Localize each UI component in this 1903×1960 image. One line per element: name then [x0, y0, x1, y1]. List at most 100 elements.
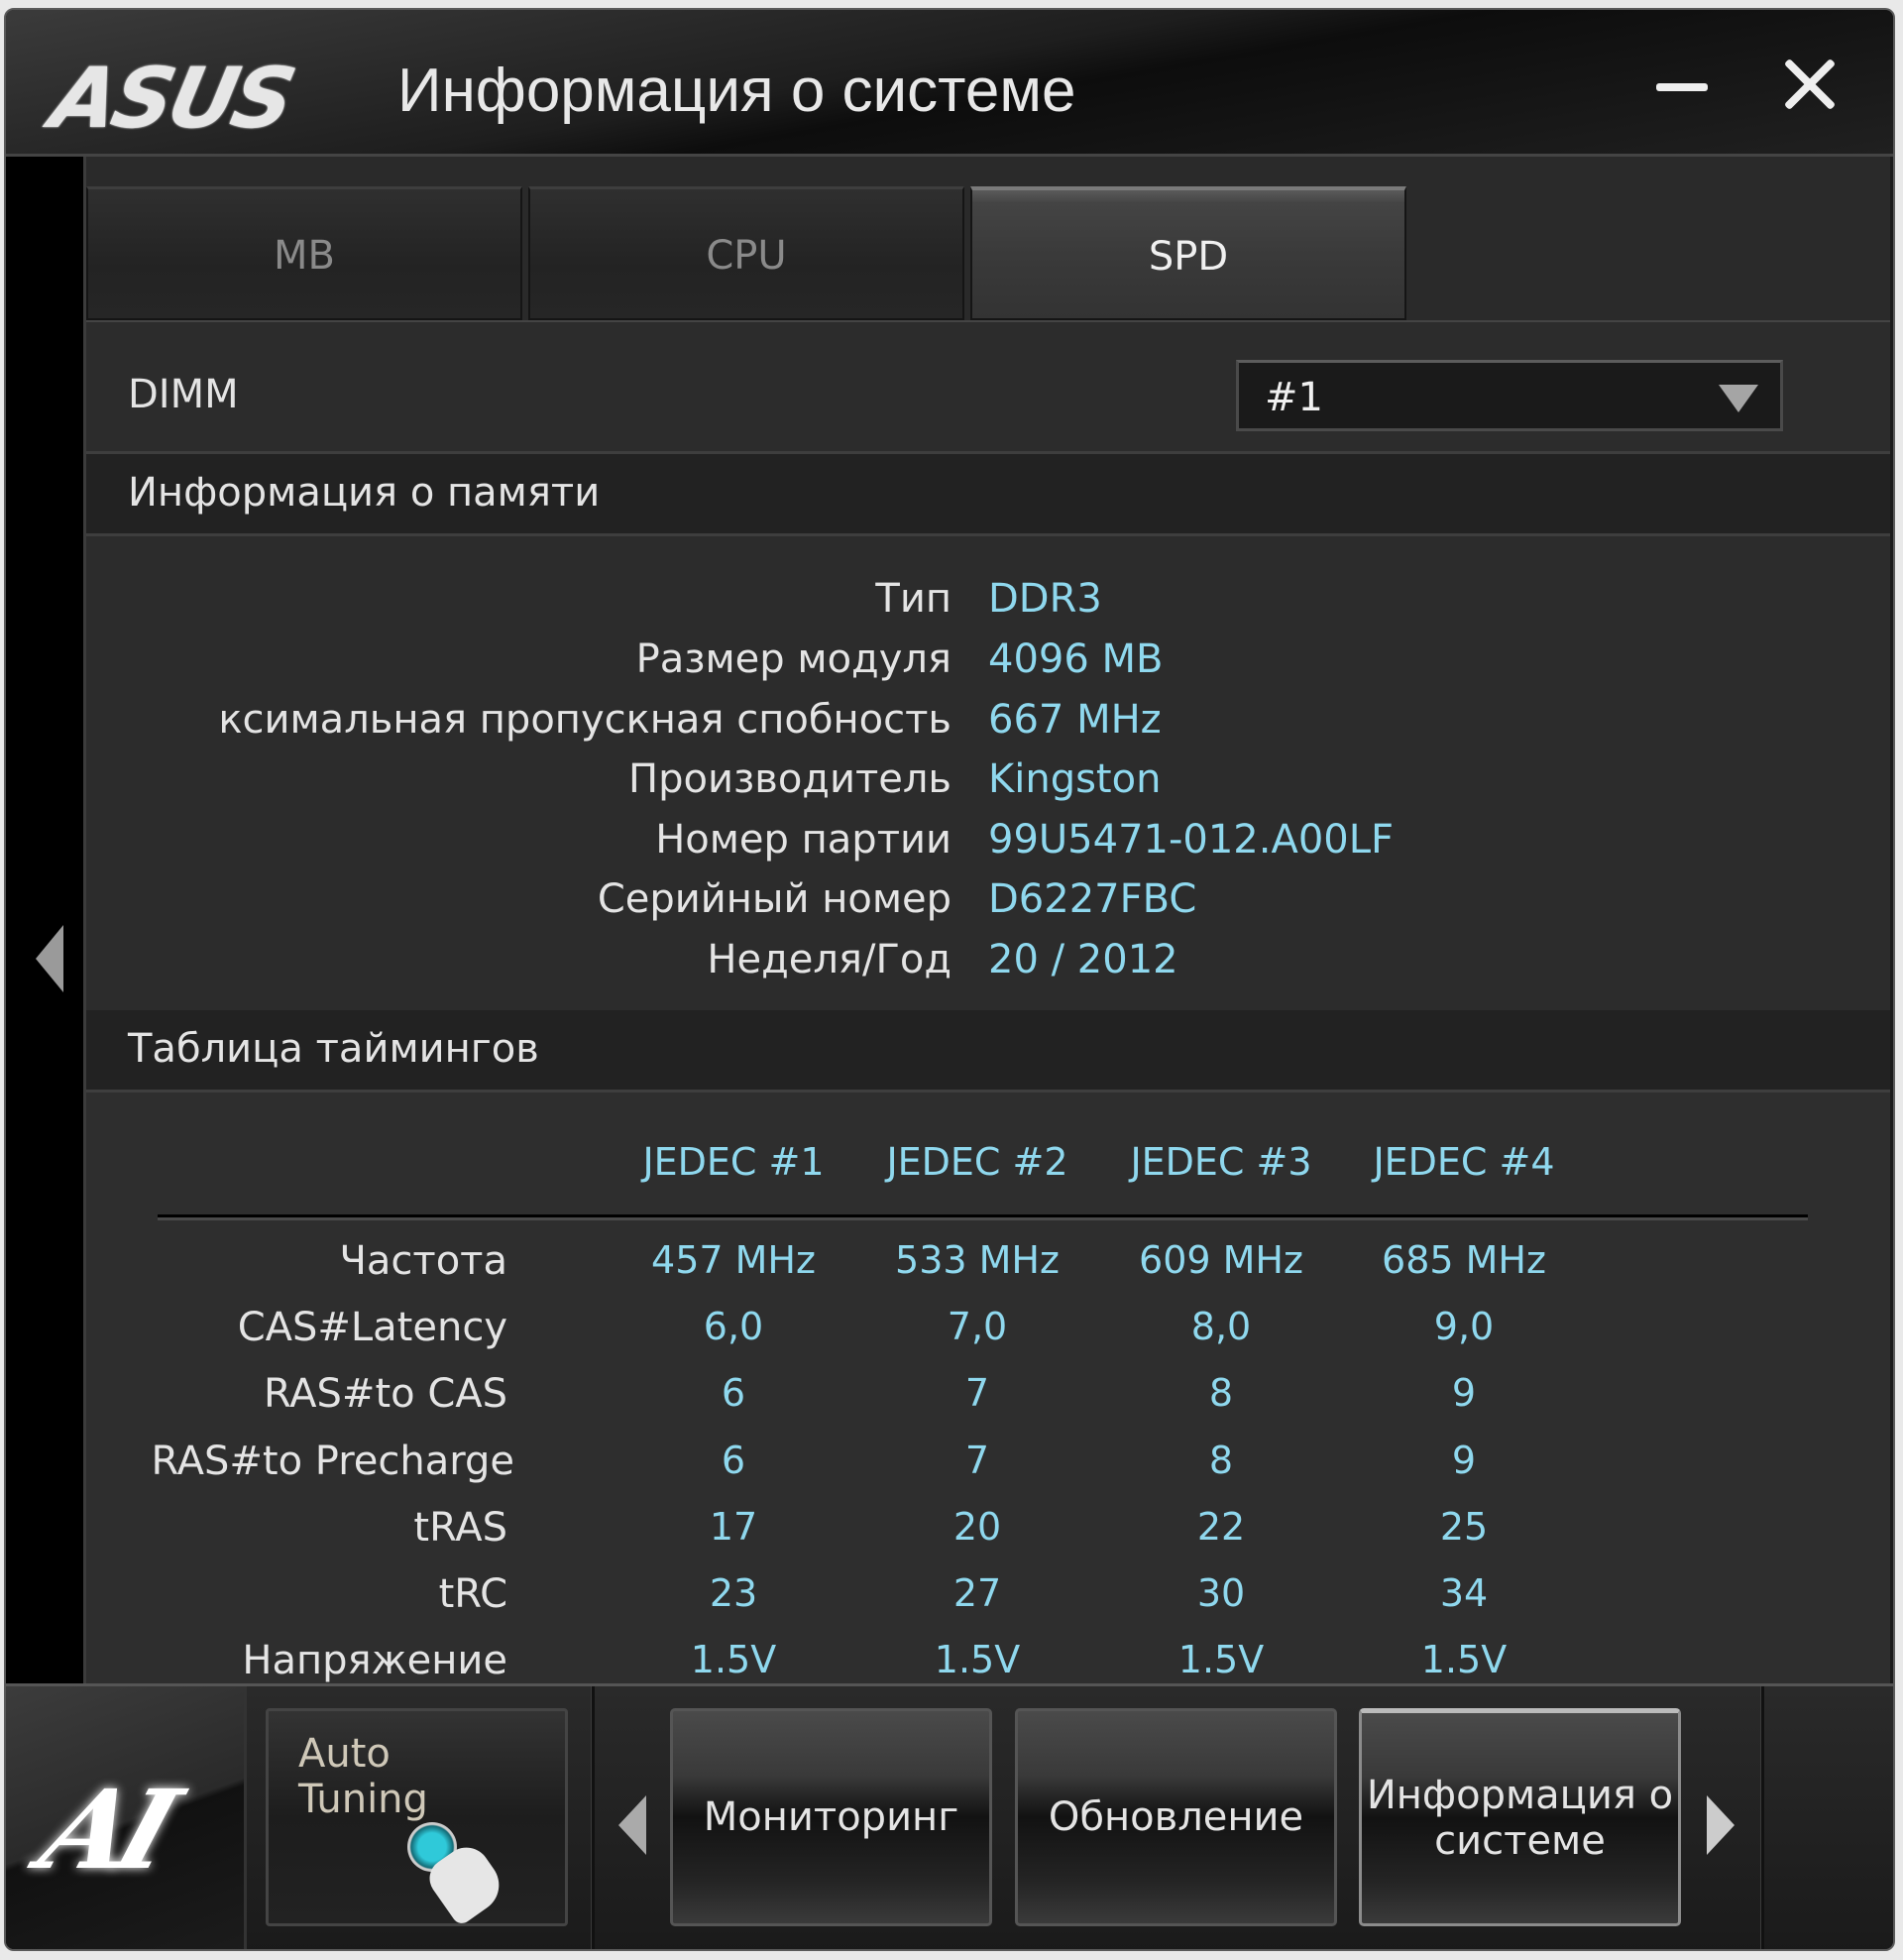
table-cell: 6 [721, 1439, 746, 1482]
table-row: RAS#to Precharge 6 7 8 9 [86, 1439, 1890, 1498]
info-label: Номер партии [655, 817, 952, 863]
info-label: ксимальная пропускная спобность [218, 697, 952, 743]
dimm-select[interactable]: #1 [1236, 360, 1783, 431]
timings-header: Таблица таймингов [86, 1010, 1890, 1093]
auto-tuning-button[interactable]: Auto Tuning [266, 1708, 568, 1927]
table-cell: 533 MHz [895, 1238, 1060, 1282]
nav-next-arrow-icon[interactable] [1707, 1795, 1735, 1855]
table-cell: 6 [721, 1371, 746, 1415]
row-label: RAS#to Precharge [151, 1439, 514, 1484]
table-cell: 8 [1208, 1371, 1234, 1415]
bottom-nav-bar: AI Auto Tuning Мониторинг Обновление Инф… [6, 1683, 1893, 1949]
table-cell: 609 MHz [1139, 1238, 1303, 1282]
nav-system-info-button[interactable]: Информация о системе [1359, 1708, 1681, 1926]
table-row: tRC 23 27 30 34 [86, 1571, 1890, 1631]
table-cell: 9 [1451, 1439, 1477, 1482]
dimm-label: DIMM [128, 372, 239, 417]
info-label: Размер модуля [635, 636, 952, 682]
info-label: Производитель [628, 756, 952, 802]
info-value: Kingston [988, 756, 1162, 802]
table-cell: 7,0 [947, 1305, 1008, 1348]
table-cell: 1.5V [1420, 1638, 1508, 1681]
table-cell: 7 [964, 1439, 990, 1482]
table-cell: 685 MHz [1382, 1238, 1546, 1282]
nav-prev-arrow-icon[interactable] [618, 1795, 646, 1855]
nav-monitoring-button[interactable]: Мониторинг [670, 1708, 992, 1926]
divider [591, 1686, 595, 1949]
dimm-row: DIMM #1 [86, 322, 1890, 454]
nav-update-button[interactable]: Обновление [1015, 1708, 1337, 1926]
table-cell: 17 [709, 1505, 758, 1549]
table-cell: 9 [1451, 1371, 1477, 1415]
info-label: Тип [875, 576, 952, 622]
column-header: JEDEC #3 [1130, 1140, 1312, 1184]
tab-bar: MB CPU SPD [86, 186, 1890, 320]
table-row: CAS#Latency 6,0 7,0 8,0 9,0 [86, 1305, 1890, 1364]
collapse-left-arrow-icon[interactable] [36, 925, 63, 992]
info-row: ксимальная пропускная спобность 667 MHz [86, 697, 1890, 756]
table-cell: 27 [952, 1571, 1002, 1615]
table-cell: 30 [1196, 1571, 1246, 1615]
table-row: tRAS 17 20 22 25 [86, 1505, 1890, 1564]
title-bar: ASUS Информация о системе [6, 10, 1893, 157]
tab-mb[interactable]: MB [86, 186, 522, 320]
divider [1760, 1686, 1764, 1949]
table-divider [158, 1214, 1808, 1220]
info-value: 4096 MB [988, 636, 1164, 682]
table-cell: 8,0 [1190, 1305, 1252, 1348]
row-label: Напряжение [242, 1638, 507, 1683]
close-button[interactable] [1775, 50, 1845, 119]
info-label: Неделя/Год [707, 937, 952, 982]
left-rail [6, 157, 86, 1683]
spd-panel: DIMM #1 Информация о памяти Тип DDR3 Раз… [86, 320, 1890, 1687]
row-label: tRC [438, 1571, 507, 1617]
table-cell: 8 [1208, 1439, 1234, 1482]
window-title: Информация о системе [397, 57, 1076, 125]
timings-title: Таблица таймингов [128, 1026, 539, 1072]
info-value: DDR3 [988, 576, 1102, 622]
table-cell: 23 [709, 1571, 758, 1615]
memory-info-section: Тип DDR3 Размер модуля 4096 MB ксимальна… [86, 536, 1890, 1013]
table-cell: 9,0 [1433, 1305, 1495, 1348]
info-row: Тип DDR3 [86, 576, 1890, 635]
column-header: JEDEC #2 [886, 1140, 1068, 1184]
info-row: Неделя/Год 20 / 2012 [86, 937, 1890, 996]
table-cell: 1.5V [690, 1638, 777, 1681]
asus-logo: ASUS [43, 50, 300, 147]
row-label: RAS#to CAS [264, 1371, 507, 1417]
info-row: Серийный номер D6227FBC [86, 876, 1890, 936]
tab-spd[interactable]: SPD [970, 186, 1406, 320]
dimm-selected-value: #1 [1265, 375, 1323, 420]
column-header: JEDEC #4 [1373, 1140, 1555, 1184]
info-label: Серийный номер [597, 876, 952, 922]
memory-info-title: Информация о памяти [128, 470, 601, 516]
info-row: Размер модуля 4096 MB [86, 636, 1890, 696]
table-cell: 22 [1196, 1505, 1246, 1549]
app-window: ASUS Информация о системе MB CPU SPD DIM… [4, 8, 1895, 1951]
row-label: tRAS [413, 1505, 507, 1551]
table-cell: 25 [1439, 1505, 1489, 1549]
info-value: 99U5471-012.A00LF [988, 817, 1395, 863]
table-cell: 1.5V [934, 1638, 1021, 1681]
info-row: Производитель Kingston [86, 756, 1890, 816]
table-cell: 1.5V [1177, 1638, 1265, 1681]
row-label: CAS#Latency [237, 1305, 507, 1350]
column-header: JEDEC #1 [642, 1140, 825, 1184]
tab-cpu[interactable]: CPU [528, 186, 964, 320]
table-cell: 7 [964, 1371, 990, 1415]
auto-tuning-label: Auto Tuning [298, 1731, 428, 1822]
memory-info-header: Информация о памяти [86, 454, 1890, 536]
table-cell: 457 MHz [651, 1238, 816, 1282]
info-row: Номер партии 99U5471-012.A00LF [86, 817, 1890, 876]
timings-table: JEDEC #1 JEDEC #2 JEDEC #3 JEDEC #4 Част… [86, 1093, 1890, 1687]
table-row: Частота 457 MHz 533 MHz 609 MHz 685 MHz [86, 1238, 1890, 1298]
info-value: 20 / 2012 [988, 937, 1178, 982]
chevron-down-icon [1719, 385, 1758, 412]
minimize-button[interactable] [1646, 50, 1716, 119]
ai-suite-logo: AI [27, 1766, 184, 1894]
info-value: 667 MHz [988, 697, 1162, 743]
ai-suite-logo-box: AI [6, 1686, 247, 1949]
row-label: Частота [339, 1238, 507, 1284]
content-area: MB CPU SPD DIMM #1 Информация о памяти Т… [86, 157, 1890, 1687]
table-cell: 34 [1439, 1571, 1489, 1615]
